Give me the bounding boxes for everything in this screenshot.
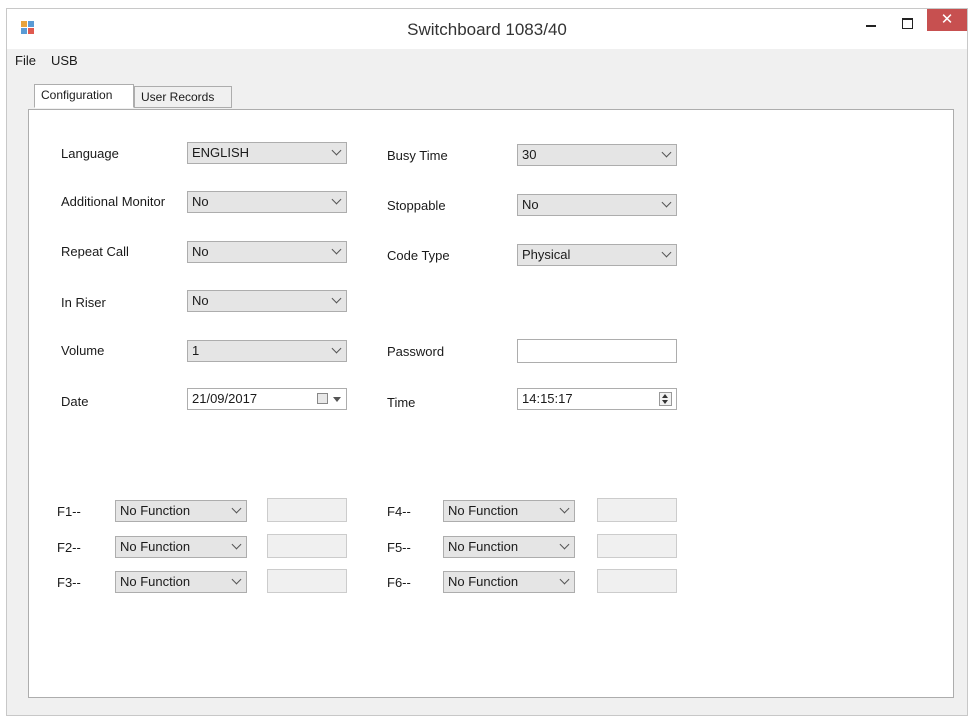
chevron-down-icon	[331, 343, 342, 354]
f4-select[interactable]: No Function	[443, 500, 575, 522]
chevron-down-icon	[559, 539, 570, 550]
chevron-down-icon	[661, 147, 672, 158]
configuration-panel: Language ENGLISH Additional Monitor No R…	[28, 109, 954, 698]
f2-label: F2--	[57, 540, 81, 555]
busy-time-select[interactable]: 30	[517, 144, 677, 166]
f5-select[interactable]: No Function	[443, 536, 575, 558]
f3-text-field	[267, 569, 347, 593]
f1-select[interactable]: No Function	[115, 500, 247, 522]
menu-file[interactable]: File	[15, 53, 36, 68]
f3-value: No Function	[120, 574, 191, 589]
f4-label: F4--	[387, 504, 411, 519]
chevron-down-icon	[231, 503, 242, 514]
tab-configuration[interactable]: Configuration	[34, 84, 134, 108]
f5-label: F5--	[387, 540, 411, 555]
password-label: Password	[387, 344, 445, 359]
menu-usb[interactable]: USB	[51, 53, 78, 68]
f3-select[interactable]: No Function	[115, 571, 247, 593]
stoppable-label: Stoppable	[387, 198, 446, 213]
f6-text-field	[597, 569, 677, 593]
in-riser-value: No	[192, 293, 209, 308]
repeat-call-value: No	[192, 244, 209, 259]
time-label: Time	[387, 395, 416, 410]
busy-time-value: 30	[522, 147, 537, 162]
chevron-down-icon	[559, 574, 570, 585]
time-value: 14:15:17	[522, 391, 573, 406]
maximize-button[interactable]	[893, 9, 923, 37]
chevron-down-icon	[331, 293, 342, 304]
time-picker[interactable]: 14:15:17	[517, 388, 677, 410]
f4-text-field	[597, 498, 677, 522]
date-picker[interactable]: 21/09/2017	[187, 388, 347, 410]
password-field[interactable]	[517, 339, 677, 363]
title-bar[interactable]: Switchboard 1083/40 ✕	[7, 9, 967, 49]
chevron-down-icon	[231, 539, 242, 550]
chevron-down-icon	[559, 503, 570, 514]
additional-monitor-value: No	[192, 194, 209, 209]
f1-text-field	[267, 498, 347, 522]
f2-value: No Function	[120, 539, 191, 554]
in-riser-label: In Riser	[61, 295, 106, 310]
volume-label: Volume	[61, 343, 105, 358]
language-select[interactable]: ENGLISH	[187, 142, 347, 164]
stoppable-select[interactable]: No	[517, 194, 677, 216]
f6-select[interactable]: No Function	[443, 571, 575, 593]
code-type-value: Physical	[522, 247, 571, 262]
chevron-down-icon	[331, 244, 342, 255]
f5-text-field	[597, 534, 677, 558]
busy-time-label: Busy Time	[387, 148, 448, 163]
calendar-icon[interactable]	[317, 393, 328, 404]
code-type-select[interactable]: Physical	[517, 244, 677, 266]
f6-label: F6--	[387, 575, 411, 590]
chevron-down-icon	[661, 197, 672, 208]
f3-label: F3--	[57, 575, 81, 590]
code-type-label: Code Type	[387, 248, 450, 263]
spinner-icon[interactable]	[659, 392, 672, 406]
language-value: ENGLISH	[192, 145, 250, 160]
f4-value: No Function	[448, 503, 519, 518]
language-label: Language	[61, 146, 119, 161]
volume-value: 1	[192, 343, 200, 358]
f1-label: F1--	[57, 504, 81, 519]
dropdown-arrow-icon[interactable]	[333, 397, 341, 402]
f5-value: No Function	[448, 539, 519, 554]
volume-select[interactable]: 1	[187, 340, 347, 362]
tab-user-records[interactable]: User Records	[134, 86, 232, 108]
date-value: 21/09/2017	[192, 391, 258, 406]
chevron-down-icon	[231, 574, 242, 585]
f6-value: No Function	[448, 574, 519, 589]
menu-bar: File USB	[7, 49, 967, 73]
chevron-down-icon	[331, 145, 342, 156]
stoppable-value: No	[522, 197, 539, 212]
repeat-call-select[interactable]: No	[187, 241, 347, 263]
repeat-call-label: Repeat Call	[61, 244, 129, 259]
date-label: Date	[61, 394, 89, 409]
f1-value: No Function	[120, 503, 191, 518]
f2-text-field	[267, 534, 347, 558]
close-button[interactable]: ✕	[927, 9, 967, 31]
f2-select[interactable]: No Function	[115, 536, 247, 558]
window-title: Switchboard 1083/40	[407, 20, 567, 39]
in-riser-select[interactable]: No	[187, 290, 347, 312]
resize-grip-icon[interactable]	[961, 707, 969, 715]
minimize-button[interactable]	[849, 9, 893, 37]
additional-monitor-label: Additional Monitor	[61, 194, 166, 209]
additional-monitor-select[interactable]: No	[187, 191, 347, 213]
chevron-down-icon	[661, 247, 672, 258]
chevron-down-icon	[331, 194, 342, 205]
